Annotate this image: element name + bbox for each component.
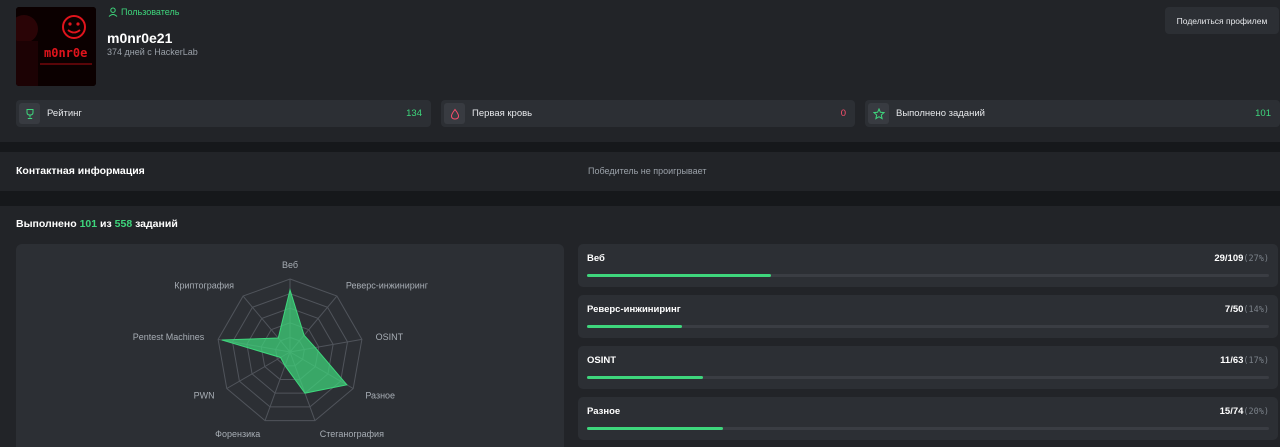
contact-motto: Победитель не проигрывает (588, 166, 707, 176)
tasks-done: 101 (79, 218, 98, 230)
radar-data-area (221, 288, 348, 394)
radar-axis-label: Реверс-инжиниринг (346, 280, 429, 290)
category-card-web[interactable]: Веб 29/109(27%) (578, 244, 1278, 287)
stat-completed: Выполнено заданий 101 (865, 100, 1280, 127)
category-name: Разное (587, 406, 621, 417)
radar-axis-label: OSINT (376, 332, 404, 342)
tasks-prefix: Выполнено (16, 218, 77, 230)
category-card-misc[interactable]: Разное 15/74(20%) (578, 397, 1278, 440)
radar-axis-label: Форензика (215, 429, 260, 439)
category-count: 15/74(20%) (1219, 406, 1269, 417)
category-count: 7/50(14%) (1224, 304, 1269, 315)
category-progress-fill (587, 274, 772, 277)
stat-first-blood-label: Первая кровь (472, 108, 533, 119)
radar-axis-label: Веб (282, 260, 298, 270)
category-progress-fill (587, 325, 683, 328)
category-progress-fill (587, 376, 703, 379)
contact-title: Контактная информация (16, 165, 145, 177)
trophy-icon (19, 103, 40, 124)
radar-chart: Веб Реверс-инжиниринг OSINT Разное Стеганогр… (133, 260, 429, 439)
user-role-label: Пользователь (121, 7, 180, 17)
user-icon (108, 7, 118, 17)
category-name: OSINT (587, 355, 617, 366)
category-card-reverse[interactable]: Реверс-инжиниринг 7/50(14%) (578, 295, 1278, 338)
radar-axis-label: Pentest Machines (133, 332, 205, 342)
radar-axis-label: PWN (194, 391, 215, 401)
stat-rating-label: Рейтинг (47, 108, 82, 119)
stat-first-blood-value: 0 (840, 108, 846, 119)
category-progress-track (587, 376, 1269, 379)
stat-first-blood: Первая кровь 0 (441, 100, 855, 127)
stat-rating: Рейтинг 134 (16, 100, 431, 127)
category-progress-fill (587, 427, 724, 430)
category-progress-track (587, 274, 1269, 277)
avatar: m0nr0e (16, 7, 96, 86)
category-name: Веб (587, 253, 605, 264)
profile-header: m0nr0e Пользователь m0nr0e21 374 дней с … (0, 0, 1280, 142)
category-card-osint[interactable]: OSINT 11/63(17%) (578, 346, 1278, 389)
share-profile-button[interactable]: Поделиться профилем (1165, 7, 1279, 34)
days-on-platform: 374 дней с HackerLab (107, 47, 198, 57)
tasks-section: Выполнено 101 из 558 заданий Веб Реверс-и… (0, 206, 1280, 447)
tasks-total: 558 (114, 218, 133, 230)
stat-rating-value: 134 (406, 108, 422, 119)
contact-section: Контактная информация Победитель не прои… (0, 152, 1280, 191)
avatar-text: m0nr0e (44, 46, 87, 60)
category-count: 29/109(27%) (1214, 253, 1269, 264)
radar-axis-label: Стеганография (320, 429, 384, 439)
blood-drop-icon (444, 103, 465, 124)
category-count: 11/63(17%) (1220, 355, 1269, 366)
username: m0nr0e21 (107, 30, 173, 46)
category-progress-track (587, 427, 1269, 430)
radar-axis-label: Криптография (174, 280, 234, 290)
stat-completed-value: 101 (1255, 108, 1271, 119)
user-role: Пользователь (108, 7, 179, 17)
tasks-title: Выполнено 101 из 558 заданий (16, 218, 178, 230)
star-icon (868, 103, 889, 124)
category-progress-track (587, 325, 1269, 328)
tasks-middle: из (100, 218, 112, 230)
category-name: Реверс-инжиниринг (587, 304, 681, 315)
tasks-suffix: заданий (135, 218, 178, 230)
radar-chart-card: Веб Реверс-инжиниринг OSINT Разное Стеганогр… (16, 244, 564, 447)
radar-axis-label: Разное (365, 391, 395, 401)
stat-completed-label: Выполнено заданий (896, 108, 985, 119)
